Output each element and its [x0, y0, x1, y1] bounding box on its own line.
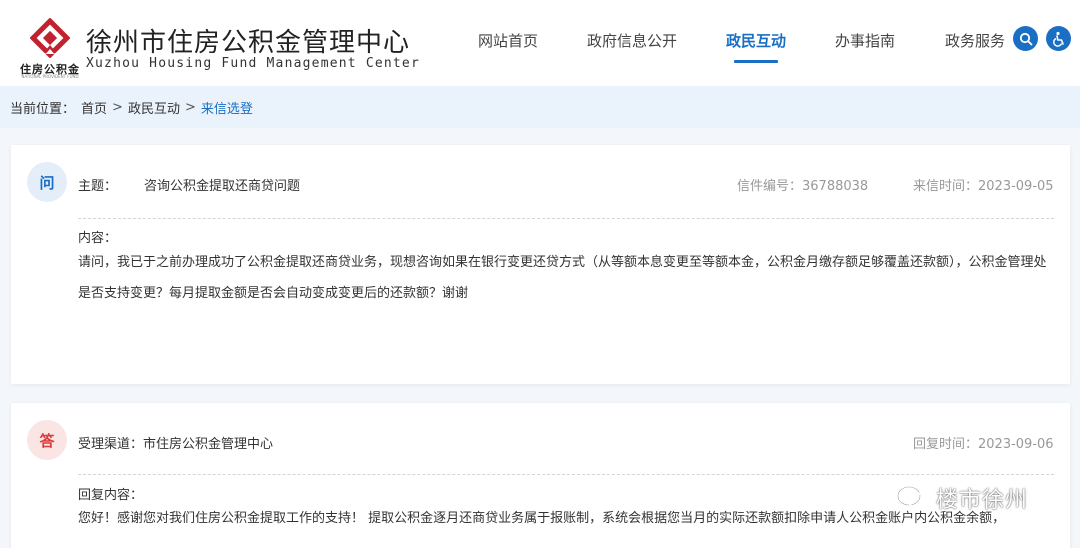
nav-item-interaction[interactable]: 政民互动: [726, 30, 786, 51]
nav-item-guide[interactable]: 办事指南: [835, 30, 895, 51]
watermark: 楼市徐州: [896, 482, 1028, 514]
channel-label: 受理渠道：: [78, 437, 144, 452]
breadcrumb-prefix: 当前位置：: [10, 101, 76, 117]
channel-value: 市住房公积金管理中心: [143, 437, 274, 452]
breadcrumb-current: 来信选登: [200, 101, 253, 117]
answer-badge: 答: [27, 420, 67, 460]
letter-date-value: 2023-09-05: [978, 179, 1054, 194]
subject-value: 咨询公积金提取还商贷问题: [144, 179, 301, 194]
divider: [78, 218, 1054, 219]
nav-item-gov-info[interactable]: 政府信息公开: [587, 30, 677, 51]
search-icon: [1019, 32, 1032, 45]
accessibility-icon: [1052, 31, 1064, 47]
logo-subtitle-en: NATIONAL PROVIDENT FUND: [21, 74, 79, 79]
letter-date-label: 来信时间：: [913, 179, 979, 194]
breadcrumb-separator: >: [184, 99, 196, 115]
site-title-en: Xuzhou Housing Fund Management Center: [86, 56, 420, 71]
divider: [78, 474, 1054, 475]
question-card: 问 主题： 咨询公积金提取还商贷问题 信件编号：36788038 来信时间：20…: [11, 145, 1070, 384]
site-title: 徐州市住房公积金管理中心: [86, 28, 411, 58]
breadcrumb-separator: >: [112, 99, 123, 115]
breadcrumb-home[interactable]: 首页: [81, 98, 107, 117]
question-content: 请问，我已于之前办理成功了公积金提取还商贷业务，现想咨询如果在银行变更还贷方式（…: [78, 255, 1047, 301]
watermark-text: 楼市徐州: [936, 488, 1029, 513]
wechat-icon: [897, 486, 928, 510]
letter-number: 信件编号：36788038: [737, 175, 868, 194]
reply-date-label: 回复时间：: [913, 437, 979, 452]
reply-content-label: 回复内容：: [78, 488, 144, 503]
site-logo[interactable]: 住房公积金 NATIONAL PROVIDENT FUND: [14, 18, 86, 79]
nav-active-indicator: [734, 60, 778, 63]
question-badge: 问: [27, 162, 67, 202]
nav-item-home[interactable]: 网站首页: [478, 30, 538, 51]
breadcrumb-interaction[interactable]: 政民互动: [128, 98, 180, 117]
breadcrumb: 当前位置： 首页 > 政民互动 > 来信选登: [0, 86, 1080, 128]
accessibility-button[interactable]: [1046, 26, 1071, 51]
letter-number-value: 36788038: [802, 179, 869, 194]
search-button[interactable]: [1013, 26, 1038, 51]
site-header: 住房公积金 NATIONAL PROVIDENT FUND 徐州市住房公积金管理…: [0, 0, 1080, 86]
reply-date: 回复时间：2023-09-06: [913, 433, 1054, 452]
logo-diamond-icon: [30, 18, 70, 58]
nav-item-services[interactable]: 政务服务: [945, 30, 1005, 51]
subject-label: 主题：: [78, 179, 118, 194]
letter-number-label: 信件编号：: [737, 179, 803, 194]
letter-date: 来信时间：2023-09-05: [913, 175, 1054, 194]
reply-date-value: 2023-09-06: [978, 437, 1054, 452]
channel: 受理渠道：市住房公积金管理中心: [78, 433, 273, 452]
answer-card: 答 受理渠道：市住房公积金管理中心 回复时间：2023-09-06 回复内容： …: [11, 403, 1070, 548]
content-label: 内容：: [78, 231, 118, 246]
